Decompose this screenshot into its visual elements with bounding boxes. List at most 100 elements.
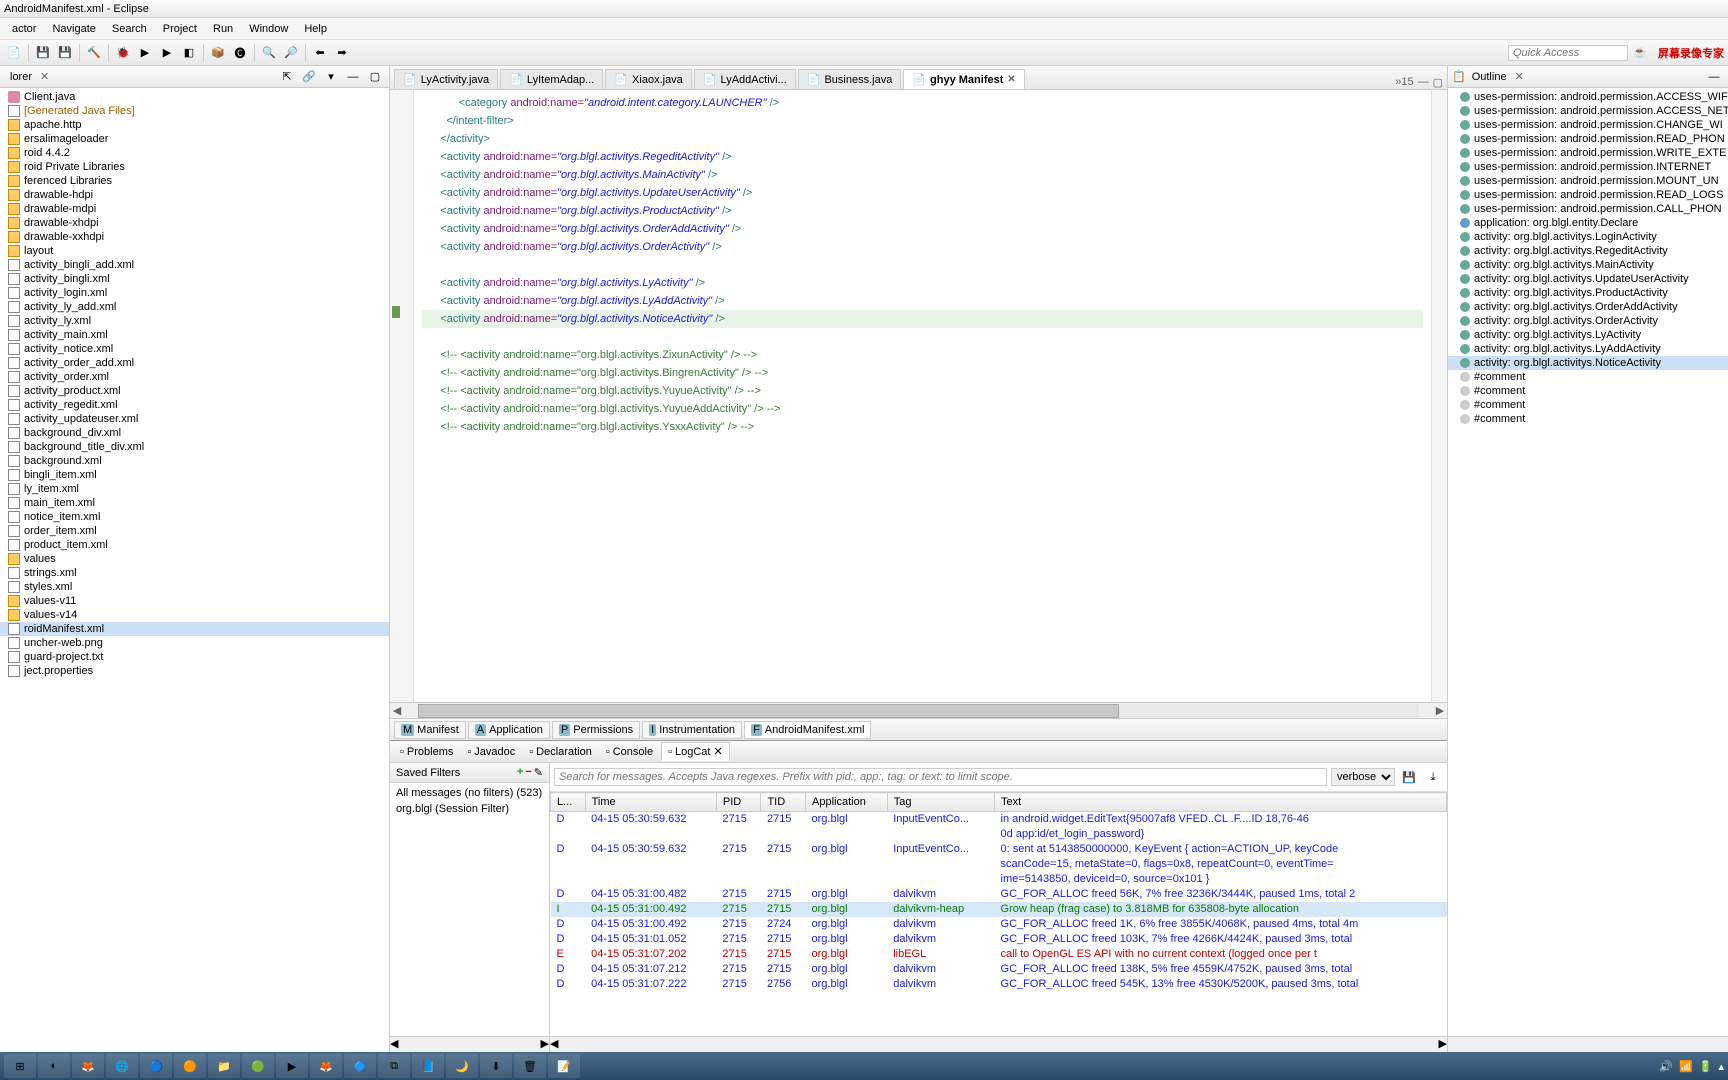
tree-item[interactable]: background_div.xml	[0, 426, 389, 440]
menu-help[interactable]: Help	[296, 21, 335, 37]
outline-item[interactable]: activity: org.blgl.activitys.LoginActivi…	[1448, 230, 1728, 244]
outline-item[interactable]: activity: org.blgl.activitys.MainActivit…	[1448, 258, 1728, 272]
tree-item[interactable]: guard-project.txt	[0, 650, 389, 664]
coverage-icon[interactable]: ◧	[179, 43, 199, 63]
outline-item[interactable]: uses-permission: android.permission.WRIT…	[1448, 146, 1728, 160]
log-row[interactable]: D04-15 05:30:59.63227152715org.blglInput…	[551, 812, 1447, 827]
log-row[interactable]: D04-15 05:31:07.21227152715org.blgldalvi…	[551, 962, 1447, 977]
menu-window[interactable]: Window	[241, 21, 296, 37]
tray-icon[interactable]: 🔊	[1659, 1060, 1673, 1073]
view-tab-console[interactable]: ▫Console	[600, 744, 659, 760]
outline-item[interactable]: activity: org.blgl.activitys.UpdateUserA…	[1448, 272, 1728, 286]
add-filter-icon[interactable]: +	[517, 766, 523, 779]
task-app-icon[interactable]: 🗑	[514, 1054, 546, 1078]
task-app-icon[interactable]: 🦊	[310, 1054, 342, 1078]
outline-item[interactable]: activity: org.blgl.activitys.LyAddActivi…	[1448, 342, 1728, 356]
open-type-icon[interactable]: 🔍	[259, 43, 279, 63]
view-menu-icon[interactable]: ▾	[321, 67, 341, 87]
task-app-icon[interactable]: ⧉	[378, 1054, 410, 1078]
close-icon[interactable]: ✕	[1007, 74, 1015, 85]
log-row[interactable]: scanCode=15, metaState=0, flags=0x8, rep…	[551, 857, 1447, 872]
tray-icon[interactable]: 🔋	[1699, 1060, 1713, 1073]
remove-filter-icon[interactable]: −	[525, 766, 531, 779]
outline-hscroll[interactable]	[1448, 1036, 1728, 1052]
menu-navigate[interactable]: Navigate	[44, 21, 103, 37]
task-app-icon[interactable]: 🌙	[446, 1054, 478, 1078]
quick-access-input[interactable]	[1508, 45, 1628, 61]
tree-item[interactable]: roid 4.4.2	[0, 146, 389, 160]
manifest-tab-manifest[interactable]: MManifest	[394, 721, 466, 739]
logcat-search-input[interactable]	[554, 768, 1327, 786]
save-all-icon[interactable]: 💾	[55, 43, 75, 63]
debug-icon[interactable]: 🐞	[113, 43, 133, 63]
save-log-icon[interactable]: 💾	[1399, 767, 1419, 787]
view-tab-declaration[interactable]: ▫Declaration	[523, 744, 598, 760]
tree-item[interactable]: activity_main.xml	[0, 328, 389, 342]
logcat-table[interactable]: L...TimePIDTIDApplicationTagText D04-15 …	[550, 792, 1447, 1036]
tree-item[interactable]: main_item.xml	[0, 496, 389, 510]
tree-item[interactable]: apache.http	[0, 118, 389, 132]
tree-item[interactable]: ersalimageloader	[0, 132, 389, 146]
tree-item[interactable]: ly_item.xml	[0, 482, 389, 496]
menu-actor[interactable]: actor	[4, 21, 44, 37]
view-tab-javadoc[interactable]: ▫Javadoc	[461, 744, 521, 760]
run-last-icon[interactable]: ▶	[157, 43, 177, 63]
log-row[interactable]: D04-15 05:30:59.63227152715org.blglInput…	[551, 842, 1447, 857]
tree-item[interactable]: activity_order.xml	[0, 370, 389, 384]
editor-tab[interactable]: 📄ghyy Manifest✕	[903, 69, 1024, 89]
tree-item[interactable]: drawable-xhdpi	[0, 216, 389, 230]
tree-item[interactable]: background_title_div.xml	[0, 440, 389, 454]
menu-run[interactable]: Run	[205, 21, 241, 37]
tree-item[interactable]: drawable-mdpi	[0, 202, 389, 216]
outline-item[interactable]: uses-permission: android.permission.ACCE…	[1448, 90, 1728, 104]
log-row[interactable]: E04-15 05:31:07.20227152715org.blgllibEG…	[551, 947, 1447, 962]
task-app-icon[interactable]: 🔵	[140, 1054, 172, 1078]
tree-item[interactable]: activity_bingli.xml	[0, 272, 389, 286]
view-tab-logcat[interactable]: ▫LogCat✕	[661, 742, 730, 761]
editor-tab[interactable]: 📄Xiaox.java	[605, 69, 691, 89]
editor-tab[interactable]: 📄LyActivity.java	[394, 69, 498, 89]
outline-item[interactable]: uses-permission: android.permission.INTE…	[1448, 160, 1728, 174]
tree-item[interactable]: values	[0, 552, 389, 566]
outline-tab[interactable]: Outline	[1466, 69, 1513, 85]
column-header[interactable]: Application	[806, 793, 888, 812]
tree-item[interactable]: roidManifest.xml	[0, 622, 389, 636]
tree-item[interactable]: activity_order_add.xml	[0, 356, 389, 370]
outline-item[interactable]: #comment	[1448, 384, 1728, 398]
log-row[interactable]: D04-15 05:31:00.49227152724org.blgldalvi…	[551, 917, 1447, 932]
log-row[interactable]: ime=5143850, deviceId=0, source=0x101 }	[551, 872, 1447, 887]
outline-item[interactable]: uses-permission: android.permission.CHAN…	[1448, 118, 1728, 132]
tree-item[interactable]: [Generated Java Files]	[0, 104, 389, 118]
collapse-icon[interactable]: ⇱	[277, 67, 297, 87]
manifest-tab-instrumentation[interactable]: IInstrumentation	[642, 721, 742, 739]
tree-item[interactable]: styles.xml	[0, 580, 389, 594]
close-icon[interactable]: ✕	[40, 70, 49, 83]
edit-filter-icon[interactable]: ✎	[534, 766, 543, 779]
outline-item[interactable]: activity: org.blgl.activitys.LyActivity	[1448, 328, 1728, 342]
log-row[interactable]: D04-15 05:31:01.05227152715org.blgldalvi…	[551, 932, 1447, 947]
overflow-indicator[interactable]: »15	[1395, 76, 1413, 89]
manifest-tab-permissions[interactable]: PPermissions	[552, 721, 640, 739]
log-row[interactable]: D04-15 05:31:07.22227152756org.blgldalvi…	[551, 977, 1447, 992]
outline-item[interactable]: uses-permission: android.permission.MOUN…	[1448, 174, 1728, 188]
tree-item[interactable]: drawable-xxhdpi	[0, 230, 389, 244]
outline-item[interactable]: activity: org.blgl.activitys.OrderActivi…	[1448, 314, 1728, 328]
outline-item[interactable]: activity: org.blgl.activitys.RegeditActi…	[1448, 244, 1728, 258]
perspective-java-icon[interactable]: ☕	[1630, 43, 1650, 63]
column-header[interactable]: TID	[761, 793, 806, 812]
maximize-icon[interactable]: ▢	[1433, 76, 1443, 89]
tree-item[interactable]: Client.java	[0, 90, 389, 104]
run-icon[interactable]: ▶	[135, 43, 155, 63]
log-row[interactable]: 0d app:id/et_login_password}	[551, 827, 1447, 842]
column-header[interactable]: Tag	[887, 793, 994, 812]
tree-item[interactable]: background.xml	[0, 454, 389, 468]
minimize-icon[interactable]: —	[343, 67, 363, 87]
task-app-icon[interactable]: ◐	[38, 1054, 70, 1078]
outline-item[interactable]: #comment	[1448, 412, 1728, 426]
logcat-level-select[interactable]: verbose	[1331, 768, 1395, 786]
outline-item[interactable]: uses-permission: android.permission.READ…	[1448, 188, 1728, 202]
forward-icon[interactable]: ➡	[332, 43, 352, 63]
task-app-icon[interactable]: 📝	[548, 1054, 580, 1078]
tree-item[interactable]: layout	[0, 244, 389, 258]
tree-item[interactable]: activity_bingli_add.xml	[0, 258, 389, 272]
